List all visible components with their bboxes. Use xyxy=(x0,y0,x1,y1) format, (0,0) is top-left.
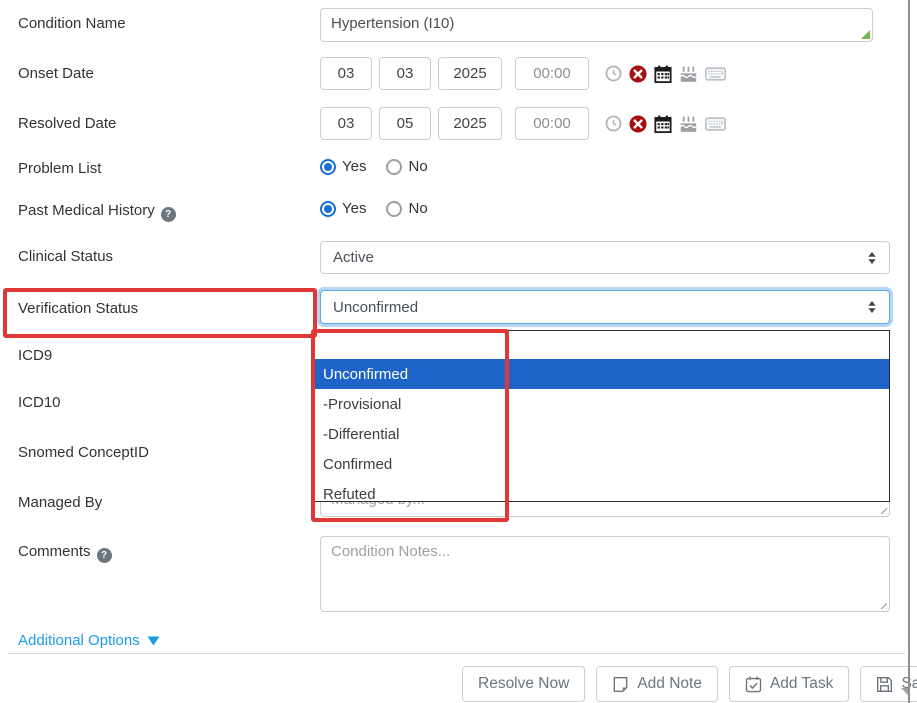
problem-list-label: Problem List xyxy=(18,160,101,177)
snomed-conceptid-label: Snomed ConceptID xyxy=(18,444,149,461)
dropdown-option[interactable]: Confirmed xyxy=(313,449,889,479)
comments-label: Comments? xyxy=(18,543,112,563)
onset-month-input[interactable] xyxy=(320,57,372,90)
footer-button-row: Resolve Now Add Note Add Task Save xyxy=(462,666,917,702)
radio-unselected-icon[interactable] xyxy=(386,201,402,217)
resolve-now-button[interactable]: Resolve Now xyxy=(462,666,585,702)
resolved-day-input[interactable] xyxy=(379,107,431,140)
radio-selected-icon[interactable] xyxy=(320,159,336,175)
resolved-date-icons xyxy=(605,115,726,133)
verification-status-dropdown: Unconfirmed -Provisional -Differential C… xyxy=(312,330,890,502)
problem-list-yes-radio[interactable]: Yes xyxy=(320,158,366,175)
comments-field-wrap xyxy=(320,536,890,612)
problem-list-no-radio[interactable]: No xyxy=(386,158,427,175)
scrollbar-track[interactable] xyxy=(908,0,910,703)
birthday-cake-icon[interactable] xyxy=(679,115,698,133)
pmh-yes-radio[interactable]: Yes xyxy=(320,200,366,217)
icd9-label: ICD9 xyxy=(18,347,52,364)
footer-divider xyxy=(8,653,905,654)
clear-circle-icon[interactable] xyxy=(629,115,647,133)
dropdown-option[interactable]: -Differential xyxy=(313,419,889,449)
up-down-spinner-icon xyxy=(867,300,877,314)
keyboard-icon[interactable] xyxy=(705,117,726,131)
onset-day-input[interactable] xyxy=(379,57,431,90)
dropdown-option-selected[interactable]: Unconfirmed xyxy=(313,359,889,389)
dropdown-option[interactable]: -Provisional xyxy=(313,389,889,419)
onset-year-input[interactable] xyxy=(438,57,502,90)
condition-name-field-wrap: Hypertension (I10) xyxy=(320,8,873,42)
onset-date-label: Onset Date xyxy=(18,65,94,82)
help-icon[interactable]: ? xyxy=(161,207,176,222)
verification-status-select[interactable]: Unconfirmed xyxy=(320,290,890,324)
calendar-check-icon xyxy=(745,676,762,693)
condition-name-label: Condition Name xyxy=(18,15,126,32)
additional-options-link[interactable]: Additional Options xyxy=(18,632,160,649)
calendar-icon[interactable] xyxy=(654,65,672,83)
onset-time-input[interactable] xyxy=(515,57,589,90)
birthday-cake-icon[interactable] xyxy=(679,65,698,83)
calendar-icon[interactable] xyxy=(654,115,672,133)
icd10-label: ICD10 xyxy=(18,394,61,411)
help-icon[interactable]: ? xyxy=(97,548,112,563)
add-note-button[interactable]: Add Note xyxy=(596,666,718,702)
keyboard-icon[interactable] xyxy=(705,67,726,81)
comments-input[interactable] xyxy=(320,536,890,612)
clear-circle-icon[interactable] xyxy=(629,65,647,83)
clinical-status-select[interactable]: Active xyxy=(320,241,890,274)
note-icon xyxy=(612,676,629,693)
resolved-date-label: Resolved Date xyxy=(18,115,116,132)
onset-date-row xyxy=(320,57,726,90)
down-triangle-icon xyxy=(147,636,160,646)
clock-icon[interactable] xyxy=(605,65,622,82)
clinical-status-label: Clinical Status xyxy=(18,248,113,265)
radio-selected-icon[interactable] xyxy=(320,201,336,217)
past-medical-history-radio-group: Yes No xyxy=(320,200,428,217)
managed-by-label: Managed By xyxy=(18,494,102,511)
verification-status-label: Verification Status xyxy=(18,300,138,317)
clock-icon[interactable] xyxy=(605,115,622,132)
resolved-time-input[interactable] xyxy=(515,107,589,140)
resolved-date-row xyxy=(320,107,726,140)
resolved-year-input[interactable] xyxy=(438,107,502,140)
onset-date-icons xyxy=(605,65,726,83)
condition-edit-form: Condition Name Onset Date Resolved Date … xyxy=(0,0,917,703)
pmh-no-radio[interactable]: No xyxy=(386,200,427,217)
dropdown-option[interactable]: Refuted xyxy=(313,479,889,502)
past-medical-history-label: Past Medical History? xyxy=(18,202,176,222)
scroll-corner-icon[interactable] xyxy=(901,688,909,696)
radio-unselected-icon[interactable] xyxy=(386,159,402,175)
add-task-button[interactable]: Add Task xyxy=(729,666,849,702)
floppy-disk-icon xyxy=(876,676,893,693)
up-down-spinner-icon xyxy=(867,251,877,265)
dropdown-option[interactable] xyxy=(313,331,889,359)
problem-list-radio-group: Yes No xyxy=(320,158,428,175)
resolved-month-input[interactable] xyxy=(320,107,372,140)
condition-name-input[interactable]: Hypertension (I10) xyxy=(320,8,873,42)
